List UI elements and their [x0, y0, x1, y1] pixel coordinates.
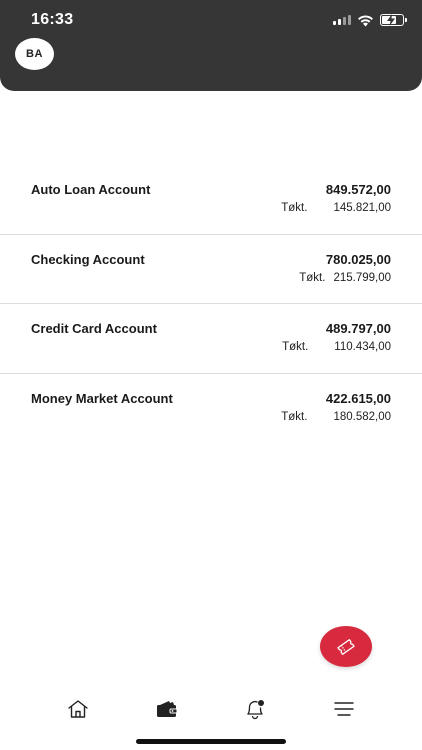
account-sub-label: Tøkt. — [281, 410, 308, 423]
account-name: Money Market Account — [31, 390, 173, 406]
account-sub-value: 180.582,00 — [333, 410, 391, 423]
account-row[interactable]: Checking Account 780.025,00 Tøkt. 215.79… — [0, 235, 422, 304]
notification-bell-icon — [247, 700, 264, 720]
battery-charging-icon — [380, 14, 407, 26]
account-name: Credit Card Account — [31, 321, 157, 336]
nav-accounts[interactable] — [154, 698, 180, 720]
account-name: Auto Loan Account — [31, 182, 151, 197]
wifi-icon — [358, 14, 373, 26]
account-sub-value: 215.799,00 — [333, 271, 391, 284]
ticket-action-button[interactable] — [320, 626, 372, 667]
status-time: 16:33 — [31, 11, 74, 28]
nav-home[interactable] — [65, 698, 91, 720]
nav-notifications[interactable] — [242, 698, 268, 720]
account-name: Checking Account — [31, 251, 145, 267]
account-sub-balance: Tøkt. 215.799,00 — [299, 272, 391, 284]
bottom-navigation — [0, 690, 422, 730]
home-indicator[interactable] — [136, 739, 286, 744]
account-row[interactable]: Money Market Account 422.615,00 Tøkt. 18… — [0, 374, 422, 444]
ticket-icon — [337, 638, 355, 655]
nav-menu[interactable] — [331, 698, 357, 720]
account-sub-value: 110.434,00 — [334, 341, 391, 353]
wallet-icon — [157, 701, 178, 717]
home-icon — [68, 700, 88, 718]
avatar[interactable]: BA — [15, 38, 54, 70]
menu-icon — [334, 702, 354, 716]
account-balance: 780.025,00 — [325, 251, 391, 267]
account-balance: 849.572,00 — [325, 182, 391, 197]
account-sub-value: 145.821,00 — [333, 202, 391, 214]
account-sub-balance: Tøkt. 110.434,00 — [282, 341, 391, 353]
account-sub-label: Tøkt. — [299, 271, 326, 284]
account-list: Auto Loan Account 849.572,00 Tøkt. 145.8… — [0, 165, 422, 443]
account-balance: 489.797,00 — [325, 321, 391, 336]
status-icons — [333, 13, 407, 27]
account-balance: 422.615,00 — [325, 390, 391, 406]
account-sub-label: Tøkt. — [282, 341, 309, 353]
account-sub-balance: Tøkt. 145.821,00 — [281, 202, 391, 214]
account-sub-balance: Tøkt. 180.582,00 — [281, 411, 391, 423]
account-sub-label: Tøkt. — [281, 202, 308, 214]
top-header: 16:33 BA — [0, 0, 422, 91]
account-row[interactable]: Auto Loan Account 849.572,00 Tøkt. 145.8… — [0, 165, 422, 235]
account-row[interactable]: Credit Card Account 489.797,00 Tøkt. 110… — [0, 304, 422, 374]
cellular-signal-icon — [333, 15, 351, 25]
